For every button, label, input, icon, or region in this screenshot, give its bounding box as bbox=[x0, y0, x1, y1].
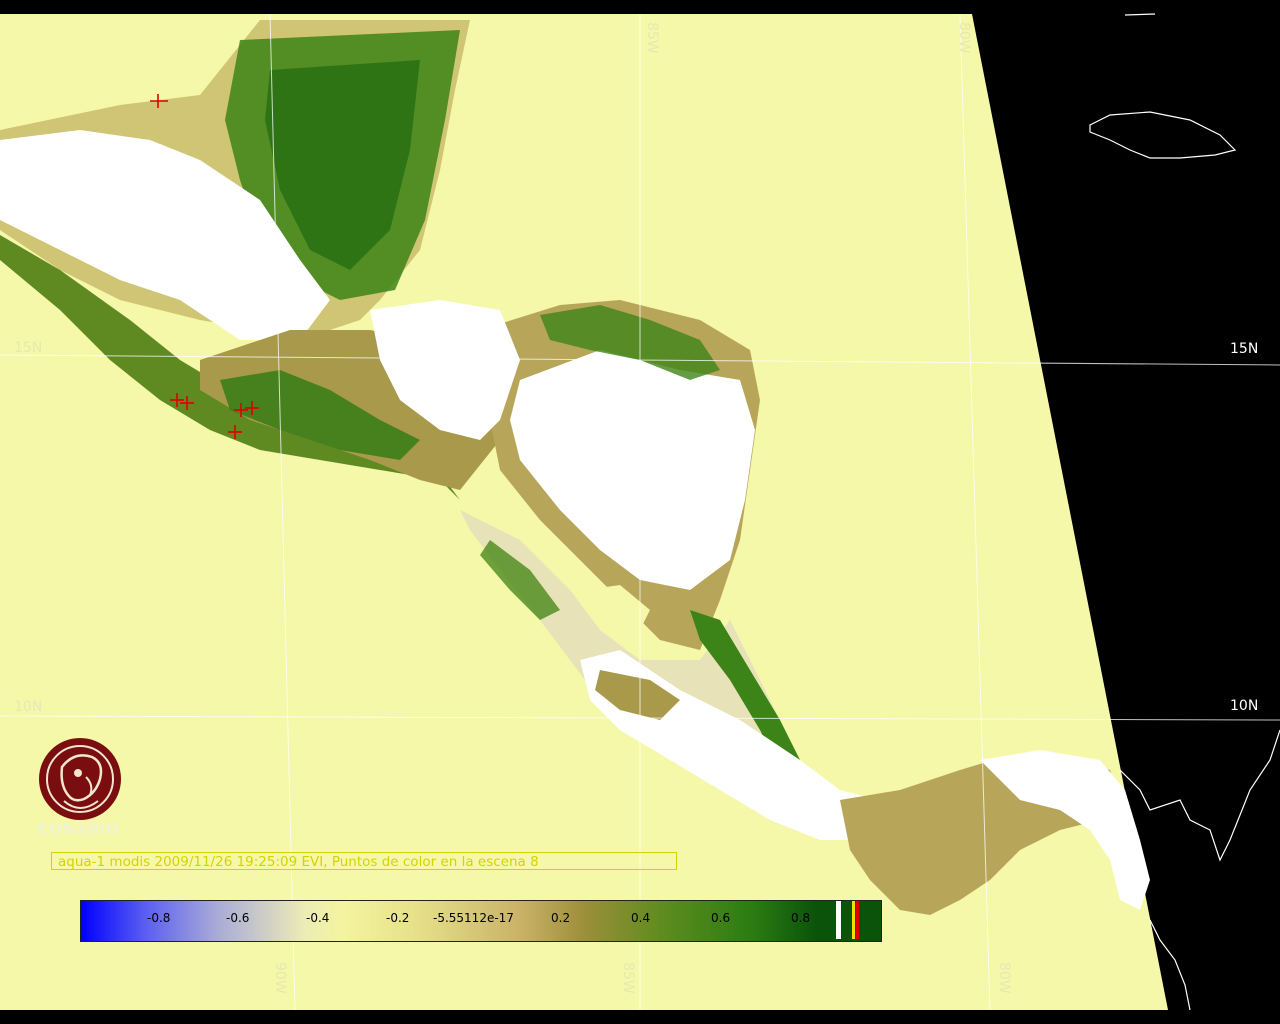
colorbar-tick: 0.8 bbox=[791, 911, 811, 925]
colorbar-tick: -0.2 bbox=[386, 911, 410, 925]
colorbar-tick: -0.8 bbox=[147, 911, 171, 925]
lon-label-90w-bottom: 90W bbox=[272, 962, 288, 994]
lat-label-15n-right: 15N bbox=[1230, 341, 1259, 357]
lat-label-10n-right: 10N bbox=[1230, 698, 1259, 714]
colorbar-tick: 0.2 bbox=[551, 911, 571, 925]
lon-label-85w-bottom: 85W bbox=[620, 962, 636, 994]
lat-label-10n-left: 10N bbox=[14, 699, 43, 715]
lon-label-80w-top: 80W bbox=[956, 22, 972, 54]
lon-label-80w-bottom: 80W bbox=[996, 962, 1012, 994]
colorbar-fire-swatch-yellow bbox=[852, 901, 855, 939]
conabio-logo-text: CONABIO bbox=[38, 822, 120, 838]
colorbar-tick: 0.6 bbox=[711, 911, 731, 925]
colorbar-tick: -0.6 bbox=[226, 911, 250, 925]
colorbar-tick: -5.55112e-17 bbox=[433, 911, 514, 925]
lat-label-15n-left: 15N bbox=[14, 340, 43, 356]
lon-label-85w-top: 85W bbox=[644, 22, 660, 54]
colorbar-tick: 0.4 bbox=[631, 911, 651, 925]
colorbar-fire-swatch-red bbox=[856, 901, 859, 939]
evi-colorbar: -0.8 -0.6 -0.4 -0.2 -5.55112e-17 0.2 0.4… bbox=[80, 900, 882, 942]
colorbar-cloud-swatch bbox=[836, 901, 841, 939]
colorbar-tick: -0.4 bbox=[306, 911, 330, 925]
scene-caption: aqua-1 modis 2009/11/26 19:25:09 EVI, Pu… bbox=[51, 852, 677, 870]
